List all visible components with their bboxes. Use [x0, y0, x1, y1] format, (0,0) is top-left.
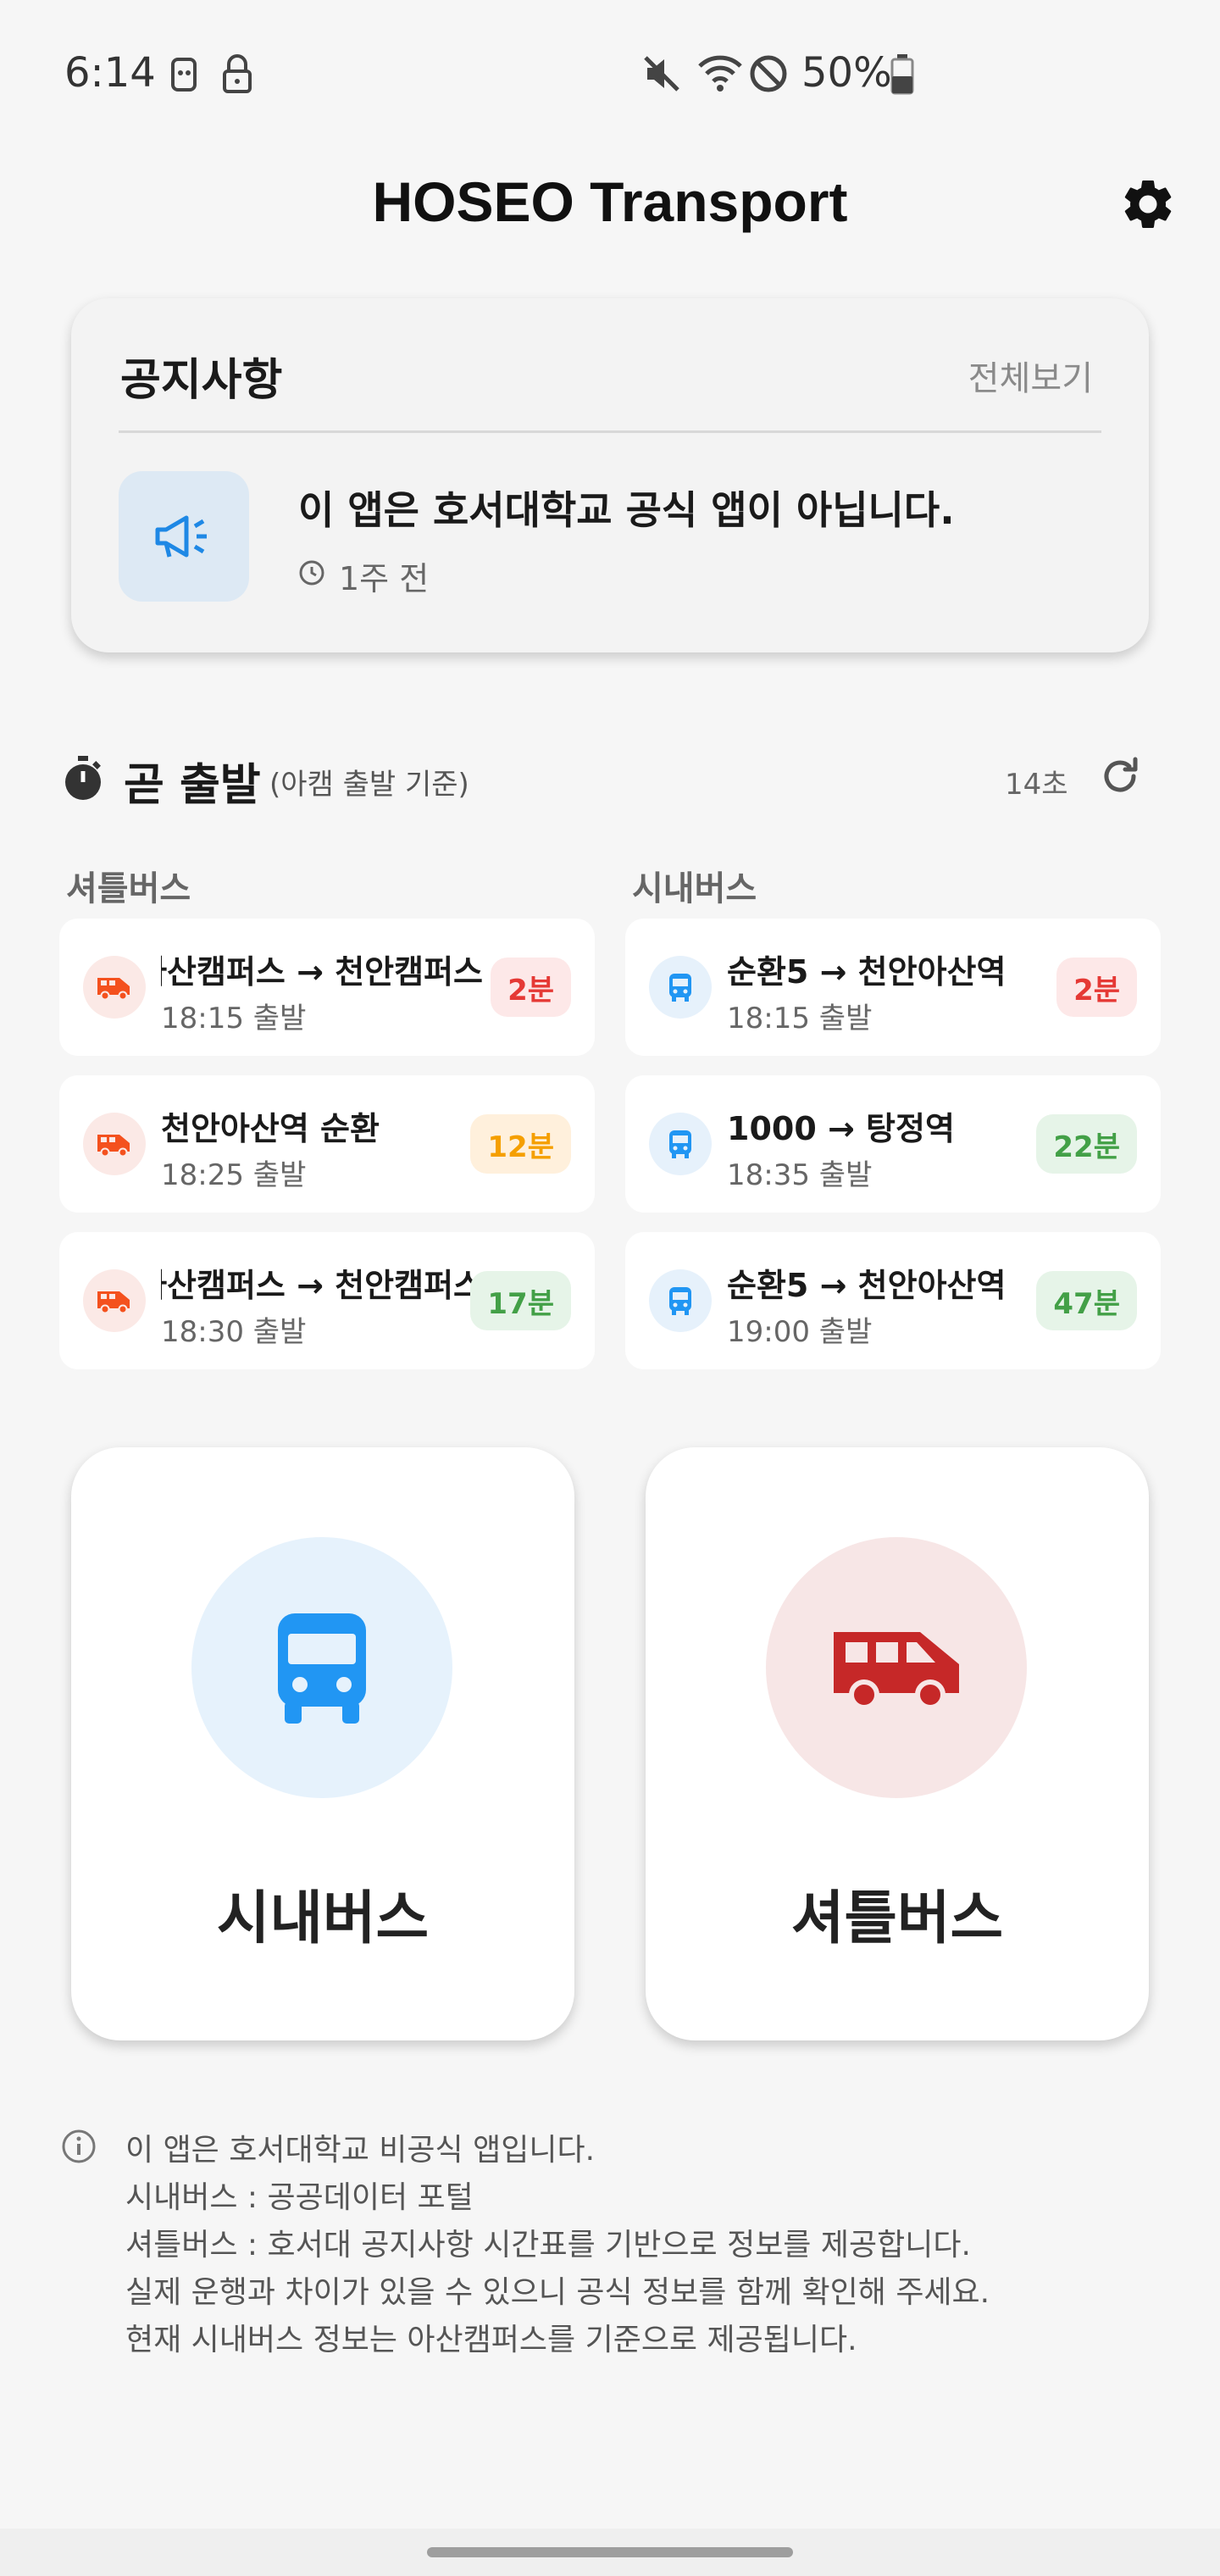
- departure-time: 19:00 출발: [727, 1315, 873, 1349]
- lock-icon: [223, 54, 252, 93]
- disclaimer-line: 셔틀버스 : 호서대 공지사항 시간표를 기반으로 정보를 제공합니다.: [125, 2228, 971, 2262]
- do-not-disturb-icon: [750, 55, 787, 92]
- notice-time: 1주 전: [339, 560, 430, 597]
- bus-icon: [649, 1269, 712, 1332]
- refresh-icon[interactable]: [1098, 754, 1142, 798]
- timer-icon: [65, 756, 101, 800]
- notice-message[interactable]: 이 앱은 호서대학교 공식 앱이 아닙니다.: [298, 480, 955, 536]
- city-bus-label: 시내버스: [216, 1885, 430, 1952]
- bus-icon: [649, 1113, 712, 1175]
- bus-icon-circle: [191, 1537, 452, 1798]
- departure-route: 순환5 → 천안아산역: [727, 953, 1006, 991]
- home-indicator[interactable]: [427, 2547, 793, 2557]
- city-column-label: 시내버스: [632, 869, 757, 908]
- notice-title: 공지사항: [120, 355, 283, 406]
- disclaimer-line: 현재 시내버스 정보는 아산캠퍼스를 기준으로 제공됩니다.: [125, 2323, 857, 2357]
- battery-percent: 50%: [801, 49, 892, 97]
- notice-divider: [119, 430, 1101, 433]
- shuttle-bus-button[interactable]: 셔틀버스: [646, 1447, 1149, 2040]
- city-departure-card[interactable]: 순환5 → 천안아산역 19:00 출발 47분: [625, 1232, 1161, 1369]
- departure-route: 천안아산역 순환: [161, 1110, 380, 1147]
- disclaimer-text: 이 앱은 호서대학교 비공식 앱입니다. 시내버스 : 공공데이터 포털 셔틀버…: [125, 2127, 990, 2364]
- refresh-countdown: 14초: [1005, 768, 1068, 802]
- departure-time: 18:15 출발: [161, 1002, 307, 1035]
- minutes-badge: 12분: [470, 1114, 571, 1174]
- shuttle-bus-label: 셔틀버스: [790, 1885, 1004, 1952]
- shuttle-icon: [834, 1632, 959, 1710]
- shuttle-icon-circle: [766, 1537, 1027, 1798]
- disclaimer-line: 이 앱은 호서대학교 비공식 앱입니다.: [125, 2133, 596, 2168]
- minutes-badge: 17분: [470, 1271, 571, 1330]
- departure-time: 18:35 출발: [727, 1158, 873, 1192]
- city-departure-card[interactable]: 1000 → 탕정역 18:35 출발 22분: [625, 1075, 1161, 1213]
- departure-route: 순환5 → 천안아산역: [727, 1267, 1006, 1304]
- departure-route: 1000 → 탕정역: [727, 1110, 955, 1147]
- minutes-badge: 2분: [491, 958, 571, 1017]
- view-all-link[interactable]: 전체보기: [923, 351, 1093, 400]
- departing-soon-subtitle: (아캠 출발 기준): [269, 768, 469, 802]
- wifi-icon: [698, 55, 742, 92]
- disclaimer-line: 시내버스 : 공공데이터 포털: [125, 2180, 474, 2215]
- city-departure-card[interactable]: 순환5 → 천안아산역 18:15 출발 2분: [625, 919, 1161, 1056]
- bus-icon: [278, 1613, 366, 1724]
- shuttle-departure-card[interactable]: 아산캠퍼스 → 천안캠퍼스 18:30 출발 17분: [59, 1232, 595, 1369]
- minutes-badge: 22분: [1036, 1114, 1137, 1174]
- gear-icon[interactable]: [1118, 175, 1178, 234]
- departure-time: 18:25 출발: [161, 1158, 307, 1192]
- shuttle-icon: [83, 956, 146, 1019]
- shuttle-icon: [83, 1269, 146, 1332]
- bus-icon: [649, 956, 712, 1019]
- shuttle-departure-card[interactable]: 천안아산역 순환 18:25 출발 12분: [59, 1075, 595, 1213]
- clock-icon: [299, 560, 324, 586]
- status-time: 6:14: [64, 49, 156, 97]
- disclaimer-line: 실제 운행과 차이가 있을 수 있으니 공식 정보를 함께 확인해 주세요.: [125, 2275, 990, 2310]
- app-title: HOSEO Transport: [372, 170, 848, 233]
- battery-icon: [890, 54, 914, 95]
- mute-icon: [644, 56, 679, 92]
- minutes-badge: 2분: [1056, 958, 1137, 1017]
- shuttle-icon: [83, 1113, 146, 1175]
- megaphone-icon: [119, 471, 249, 602]
- departure-time: 18:15 출발: [727, 1002, 873, 1035]
- departure-route: 아산캠퍼스 → 천안캠퍼스: [161, 953, 483, 991]
- info-icon: [62, 2129, 96, 2163]
- city-bus-button[interactable]: 시내버스: [71, 1447, 574, 2040]
- departing-soon-title: 곧 출발: [124, 760, 261, 811]
- departure-time: 18:30 출발: [161, 1315, 307, 1349]
- departure-route: 아산캠퍼스 → 천안캠퍼스: [161, 1267, 483, 1304]
- shuttle-departure-card[interactable]: 아산캠퍼스 → 천안캠퍼스 18:15 출발 2분: [59, 919, 595, 1056]
- shuttle-column-label: 셔틀버스: [66, 869, 191, 908]
- sim-icon: [171, 58, 197, 92]
- minutes-badge: 47분: [1036, 1271, 1137, 1330]
